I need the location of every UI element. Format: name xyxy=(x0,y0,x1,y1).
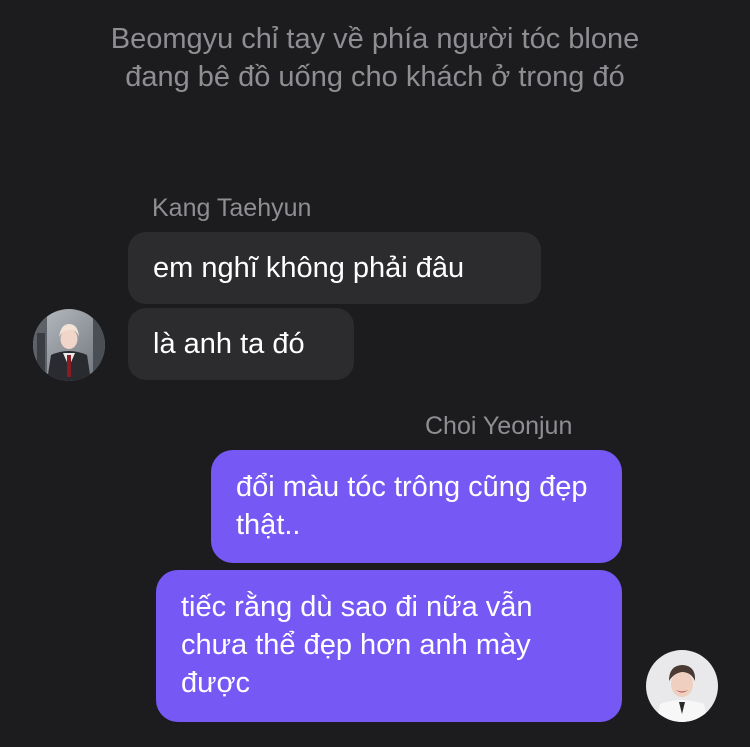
message-text: em nghĩ không phải đâu xyxy=(153,252,465,284)
message-text: đổi màu tóc trông cũng đẹp thật.. xyxy=(236,471,588,541)
message-bubble-kang-1[interactable]: em nghĩ không phải đâu xyxy=(128,232,541,304)
sender-name-choi: Choi Yeonjun xyxy=(425,412,573,440)
message-bubble-kang-2[interactable]: là anh ta đó xyxy=(128,308,354,380)
avatar-choi-yeonjun[interactable] xyxy=(646,650,718,722)
sender-name-kang: Kang Taehyun xyxy=(152,194,312,222)
avatar-kang-taehyun[interactable] xyxy=(33,309,105,381)
user-avatar-photo-icon xyxy=(33,309,105,381)
message-text: tiếc rằng dù sao đi nữa vẫn chưa thể đẹp… xyxy=(181,591,533,699)
message-bubble-choi-2[interactable]: tiếc rằng dù sao đi nữa vẫn chưa thể đẹp… xyxy=(156,570,622,722)
narration-text: Beomgyu chỉ tay về phía người tóc blone … xyxy=(110,23,640,93)
user-avatar-photo-icon xyxy=(646,650,718,722)
message-bubble-choi-1[interactable]: đổi màu tóc trông cũng đẹp thật.. xyxy=(211,450,622,563)
message-text: là anh ta đó xyxy=(153,328,305,360)
